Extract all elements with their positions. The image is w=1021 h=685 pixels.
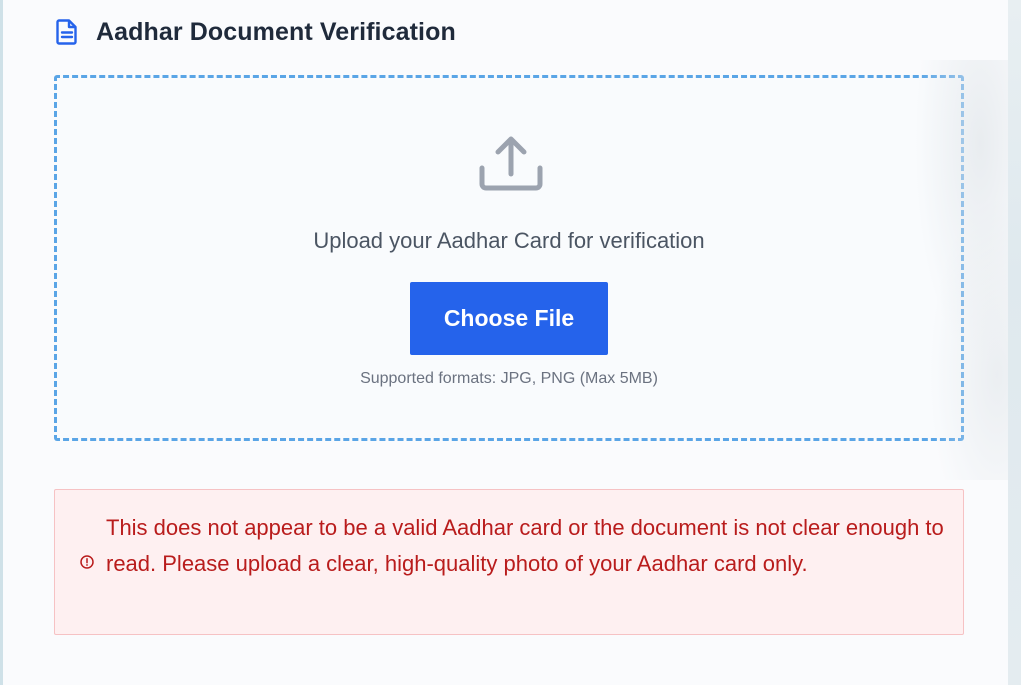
- upload-prompt: Upload your Aadhar Card for verification: [313, 228, 705, 253]
- page-header: Aadhar Document Verification: [54, 14, 456, 50]
- verification-card: Aadhar Document Verification Upload your…: [0, 0, 1008, 685]
- upload-dropzone[interactable]: Upload your Aadhar Card for verification…: [54, 75, 964, 441]
- document-icon: [54, 17, 80, 47]
- choose-file-button[interactable]: Choose File: [410, 282, 608, 355]
- page-title: Aadhar Document Verification: [96, 17, 456, 46]
- supported-formats-note: Supported formats: JPG, PNG (Max 5MB): [360, 370, 658, 387]
- background-strip: [1007, 0, 1021, 685]
- error-message: This does not appear to be a valid Aadha…: [106, 515, 944, 576]
- error-alert: This does not appear to be a valid Aadha…: [54, 489, 964, 635]
- upload-icon: [479, 132, 543, 196]
- alert-circle-icon: [79, 554, 95, 570]
